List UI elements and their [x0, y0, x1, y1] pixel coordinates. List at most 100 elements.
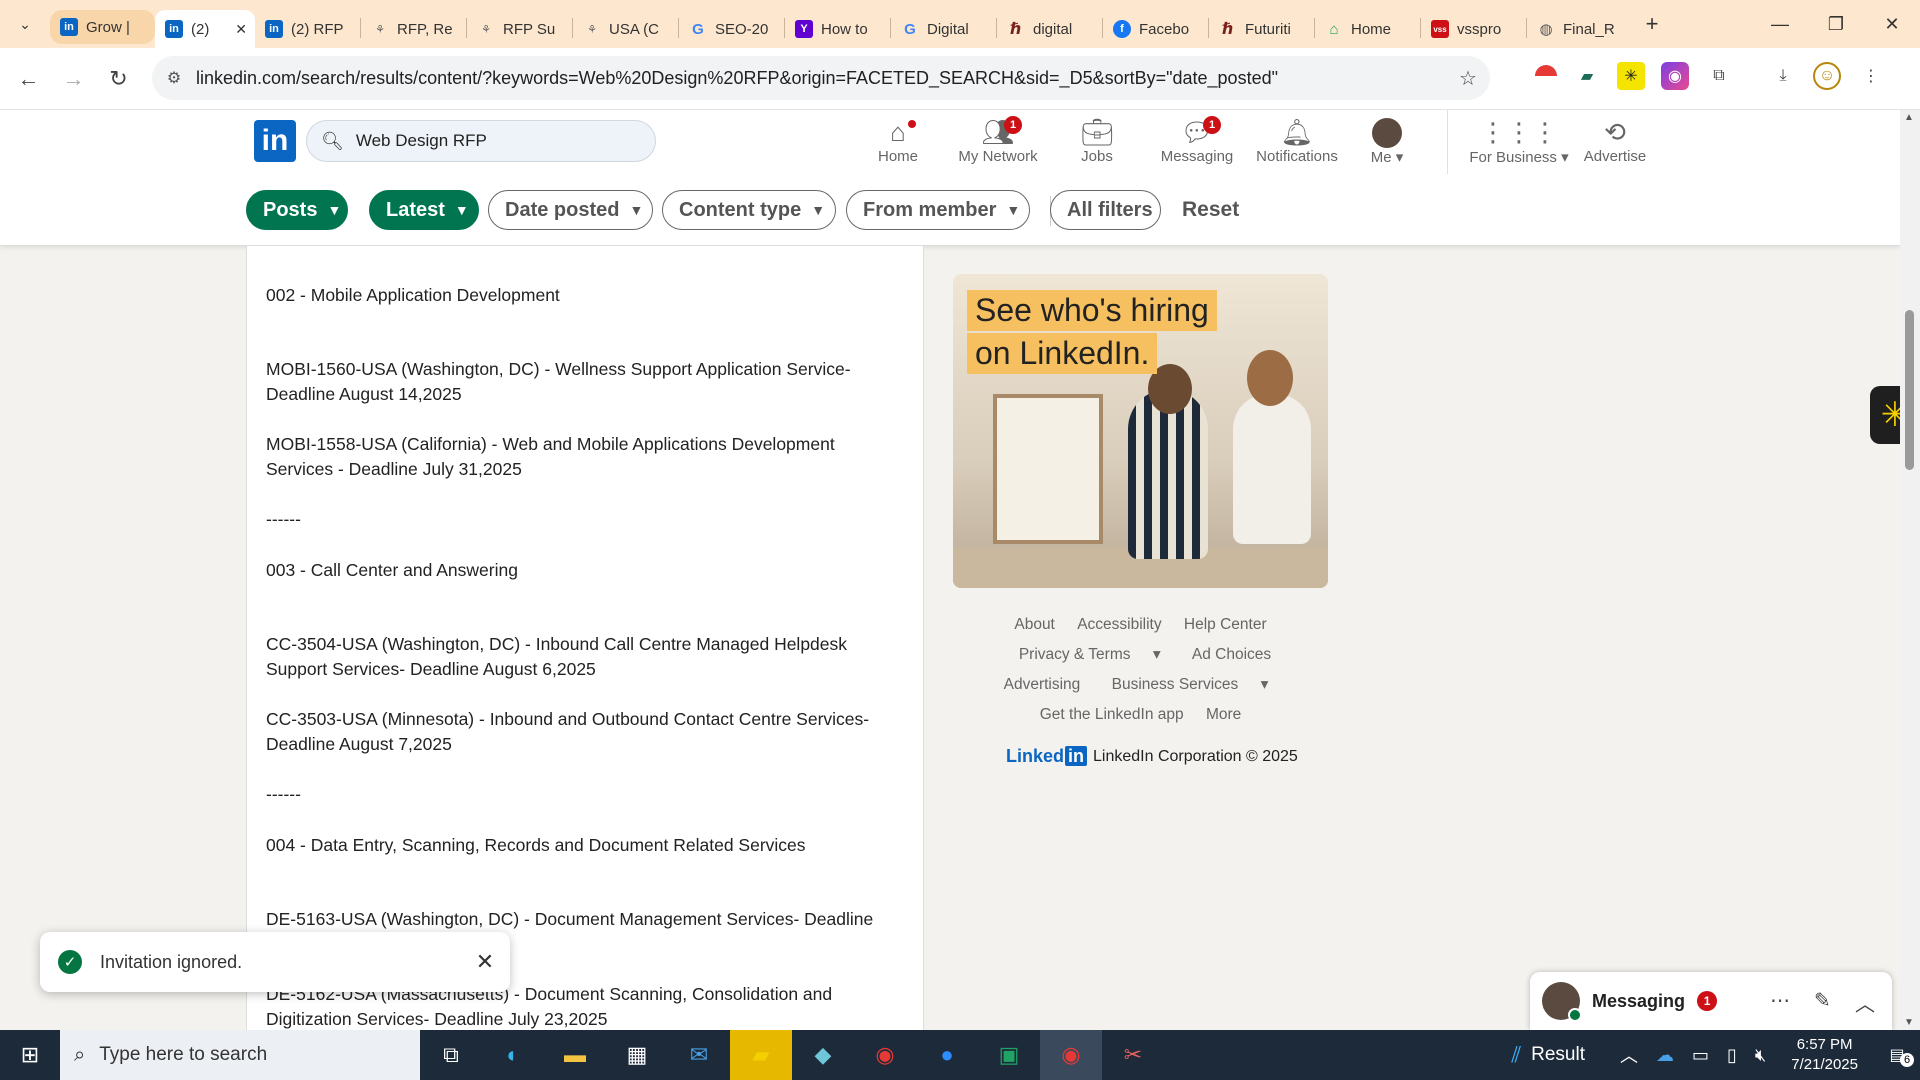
nav-me[interactable]: Me ▾ — [1337, 116, 1437, 166]
browser-tab[interactable]: in (2) RFP — [255, 10, 360, 48]
site-info-icon[interactable]: ⚙ — [152, 68, 196, 88]
browser-tab[interactable]: G Digital — [891, 10, 996, 48]
pokeball-extension-icon[interactable] — [1535, 65, 1557, 87]
chrome-profile-icon[interactable]: ◉ — [1040, 1030, 1102, 1080]
nav-messaging[interactable]: 💬︎ 1 Messaging — [1147, 116, 1247, 165]
browser-tab[interactable]: ℏ digital — [997, 10, 1102, 48]
page-scrollbar[interactable]: ▲ ▼ — [1900, 110, 1920, 1030]
nav-advertise[interactable]: ⟲ Advertise — [1565, 116, 1665, 166]
browser-tab[interactable]: Y How to — [785, 10, 890, 48]
footer-link-help-center[interactable]: Help Center — [1184, 616, 1267, 633]
hiring-ad[interactable]: See who's hiring on LinkedIn. — [953, 274, 1328, 588]
battery-icon[interactable]: ▭ — [1692, 1045, 1709, 1066]
filter-content-type[interactable]: Content type ▼ — [662, 190, 836, 230]
browser-tab[interactable]: ℏ Futuriti — [1209, 10, 1314, 48]
task-view-icon[interactable]: ⧉ — [420, 1030, 482, 1080]
filter-latest[interactable]: Latest ▼ — [369, 190, 479, 230]
sticky-notes-icon[interactable]: ▰ — [730, 1030, 792, 1080]
screen-record-extension-icon[interactable]: ◉ — [1661, 62, 1689, 90]
footer-link-accessibility[interactable]: Accessibility — [1077, 616, 1161, 633]
footer-link-more[interactable]: More — [1206, 706, 1241, 723]
sparkle-extension-icon[interactable]: ✳ — [1617, 62, 1645, 90]
filter-from-member[interactable]: From member ▼ — [846, 190, 1030, 230]
footer-link-privacy[interactable]: Privacy & Terms ▾ — [1010, 646, 1170, 663]
linkedin-logo[interactable]: in — [254, 120, 296, 162]
home-app-icon: ⌂ — [1329, 20, 1339, 38]
search-input[interactable] — [355, 131, 636, 151]
taskbar-clock[interactable]: 6:57 PM 7/21/2025 — [1791, 1035, 1858, 1075]
url-text[interactable]: linkedin.com/search/results/content/?key… — [196, 68, 1446, 89]
file-explorer-icon[interactable]: ▬ — [544, 1030, 606, 1080]
messaging-overlay[interactable]: Messaging 1 ⋯ ✎ ︿ — [1530, 972, 1892, 1030]
notification-center-icon[interactable]: ▤ 6 — [1874, 1045, 1920, 1067]
minimize-icon[interactable]: — — [1752, 0, 1808, 48]
more-options-icon[interactable]: ⋯ — [1770, 988, 1790, 1013]
browser-tab-active[interactable]: in (2) ✕ — [155, 10, 255, 48]
forward-arrow-icon[interactable]: → — [51, 66, 96, 92]
browser-tab[interactable]: in Grow | — [50, 10, 155, 44]
restore-icon[interactable]: ❐ — [1808, 0, 1864, 48]
dismiss-toast-icon[interactable]: ✕ — [460, 949, 510, 975]
nav-jobs[interactable]: 💼︎ Jobs — [1047, 116, 1147, 166]
store-icon[interactable]: ▦ — [606, 1030, 668, 1080]
browser-tab[interactable]: ⚘ RFP, Re — [361, 10, 466, 48]
wallet-extension-icon[interactable]: ▰ — [1573, 62, 1601, 90]
profile-icon[interactable]: ☺ — [1813, 62, 1841, 90]
taskbar-search[interactable]: ⌕ Type here to search — [60, 1030, 420, 1080]
browser-tab[interactable]: ⚘ USA (C — [573, 10, 678, 48]
bookmark-star-icon[interactable]: ☆ — [1446, 66, 1490, 91]
browser-tab[interactable]: ◍ Final_R — [1527, 10, 1632, 48]
nav-home[interactable]: ⌂ Home — [848, 116, 948, 165]
download-icon[interactable]: ⤓ — [1769, 62, 1797, 90]
browser-tab[interactable]: ⌂ Home — [1315, 10, 1420, 48]
address-bar[interactable]: ⚙ linkedin.com/search/results/content/?k… — [152, 56, 1490, 100]
footer-link-advertising[interactable]: Advertising — [1004, 676, 1081, 693]
mail-icon[interactable]: ✉ — [668, 1030, 730, 1080]
footer-link-business-services[interactable]: Business Services ▾ — [1103, 676, 1278, 693]
footer-link-ad-choices[interactable]: Ad Choices — [1192, 646, 1271, 663]
onedrive-cloud-icon[interactable]: ☁ — [1656, 1045, 1674, 1066]
all-filters-button[interactable]: All filters — [1050, 190, 1161, 230]
filter-posts[interactable]: Posts ▼ — [246, 190, 348, 230]
chrome-icon[interactable]: ◉ — [854, 1030, 916, 1080]
tab-search-chevron-icon[interactable]: ⌄ — [0, 0, 50, 48]
scrollbar-thumb[interactable] — [1905, 310, 1914, 470]
close-tab-icon[interactable]: ✕ — [235, 21, 247, 38]
browser-tab[interactable]: f Facebo — [1103, 10, 1208, 48]
new-tab-plus-icon[interactable]: + — [1632, 11, 1672, 37]
edge-icon[interactable]: ◐ — [482, 1030, 544, 1080]
nav-my-network[interactable]: 👥︎ 1 My Network — [948, 116, 1048, 165]
reset-button[interactable]: Reset — [1182, 198, 1239, 222]
footer-link-about[interactable]: About — [1014, 616, 1055, 633]
search-box[interactable]: 🔍︎ — [306, 120, 656, 162]
footer-links: About Accessibility Help Center Privacy … — [953, 610, 1328, 730]
cricket-icon: ⫽ — [1511, 1042, 1522, 1067]
reload-icon[interactable]: ↻ — [96, 66, 141, 92]
volume-muted-icon[interactable]: 🔇︎ — [1755, 1045, 1766, 1066]
footer-link-get-app[interactable]: Get the LinkedIn app — [1040, 706, 1184, 723]
scroll-down-arrow-icon[interactable]: ▼ — [1904, 1017, 1914, 1028]
network-icon[interactable]: ▯ — [1727, 1045, 1737, 1066]
browser-tab[interactable]: vss vsspro — [1421, 10, 1526, 48]
filter-date-posted[interactable]: Date posted ▼ — [488, 190, 653, 230]
chrome-menu-icon[interactable]: ⋮ — [1857, 62, 1885, 90]
browser-toolbar: ← → ↻ ⚙ linkedin.com/search/results/cont… — [0, 48, 1920, 110]
close-window-icon[interactable]: ✕ — [1864, 0, 1920, 48]
home-icon: ⌂ — [848, 116, 948, 148]
excel-icon[interactable]: ▣ — [978, 1030, 1040, 1080]
back-arrow-icon[interactable]: ← — [6, 66, 51, 92]
zoom-icon[interactable]: ● — [916, 1030, 978, 1080]
browser-tab[interactable]: G SEO-20 — [679, 10, 784, 48]
compose-icon[interactable]: ✎ — [1814, 988, 1831, 1013]
scroll-up-arrow-icon[interactable]: ▲ — [1904, 112, 1914, 123]
vpn-icon[interactable]: ◆ — [792, 1030, 854, 1080]
snipping-tool-icon[interactable]: ✂ — [1102, 1030, 1164, 1080]
weather-widget[interactable]: ⫽ Result — [1511, 1042, 1585, 1068]
nav-for-business[interactable]: ⋮⋮⋮ For Business ▾ — [1463, 116, 1575, 167]
tray-chevron-up-icon[interactable]: ︿ — [1620, 1042, 1638, 1068]
chevron-up-icon[interactable]: ︿ — [1855, 988, 1875, 1017]
nav-notifications[interactable]: 🔔︎ Notifications — [1247, 116, 1347, 166]
browser-tab[interactable]: ⚘ RFP Su — [467, 10, 572, 48]
windows-start-icon[interactable]: ⊞ — [0, 1030, 60, 1080]
extensions-puzzle-icon[interactable]: ⧉ — [1705, 62, 1733, 90]
